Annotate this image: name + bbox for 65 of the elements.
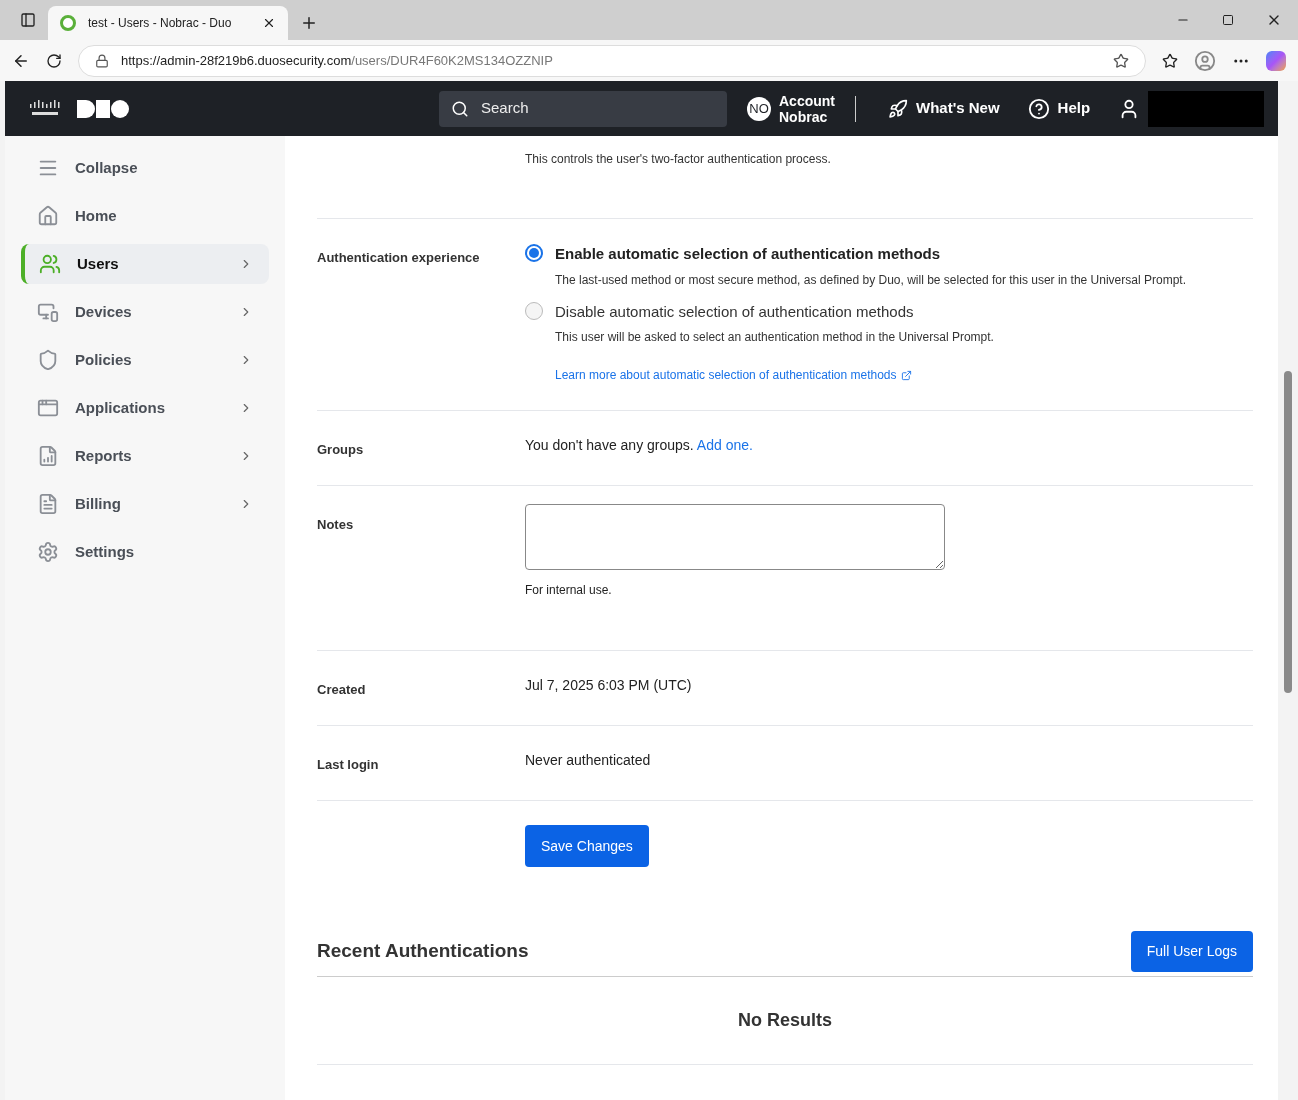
search-icon	[451, 99, 469, 118]
profile-icon[interactable]	[1194, 49, 1216, 72]
copilot-icon[interactable]	[1266, 50, 1286, 71]
notes-field[interactable]	[525, 504, 945, 570]
lock-icon	[95, 53, 109, 68]
account-name: Nobrac	[779, 108, 829, 125]
sidebar-item[interactable]: Policies	[21, 340, 269, 380]
house-icon	[37, 205, 59, 227]
favorites-icon[interactable]	[1162, 52, 1178, 69]
sidebar-item[interactable]: Collapse	[21, 148, 269, 188]
devices-icon	[37, 301, 59, 323]
full-user-logs-button[interactable]: Full User Logs	[1130, 931, 1253, 972]
option-description: The last-used method or most secure method, as defined by Duo, will be selected for this user in the Universal Prompt.	[555, 271, 1186, 289]
help-text: This controls the user's two-factor authentication process.	[525, 151, 832, 168]
sidebar-item[interactable]: Reports	[21, 436, 269, 476]
report-icon	[37, 445, 59, 467]
rocket-icon	[888, 98, 908, 119]
learn-more-link[interactable]: Learn more about automatic selection of authentication methods	[555, 366, 912, 384]
new-tab-icon[interactable]	[300, 14, 318, 32]
cisco-logo-drawing	[29, 99, 61, 118]
external-link-icon	[900, 369, 912, 381]
field-label: Authentication experience	[317, 250, 480, 265]
field-label: Notes	[317, 517, 354, 532]
help-button[interactable]: Help	[1027, 97, 1091, 120]
groups-text: You don't have any groups. Add one.	[525, 436, 754, 455]
field-label: Created	[317, 682, 366, 697]
duo-logo-drawing	[77, 99, 129, 118]
option-description: This user will be asked to select an authentication method in the Universal Prompt.	[555, 329, 994, 346]
sidebar-item[interactable]: Home	[21, 196, 269, 236]
help-icon	[1027, 97, 1050, 120]
users-icon	[39, 253, 61, 275]
document-icon	[37, 493, 59, 515]
save-changes-button[interactable]: Save Changes	[525, 825, 649, 867]
favorite-icon[interactable]	[1113, 52, 1129, 69]
notes-hint: For internal use.	[525, 582, 613, 599]
empty-state-text: No Results	[738, 1009, 832, 1032]
field-label: Last login	[317, 757, 379, 772]
settings-icon	[37, 541, 59, 563]
maximize-icon[interactable]	[1222, 14, 1234, 26]
reload-icon[interactable]	[46, 52, 62, 69]
option-title: Disable automatic selection of authentication methods	[555, 301, 915, 322]
close-tab-icon[interactable]	[262, 16, 276, 30]
sidebar-item[interactable]: Applications	[21, 388, 269, 428]
sidebar-item[interactable]: Users	[21, 244, 269, 284]
address-bar[interactable]: https://admin-28f219b6.duosecurity.com/users/DUR4F60K2MS134OZZNIP	[78, 44, 1146, 77]
search-field[interactable]: Search	[439, 90, 727, 127]
window-icon	[37, 397, 59, 419]
field-label: Groups	[317, 442, 364, 457]
radio-button[interactable]	[525, 301, 543, 320]
tab-actions-icon[interactable]	[20, 12, 36, 28]
radio-button[interactable]	[525, 244, 543, 262]
sidebar-item[interactable]: Devices	[21, 292, 269, 332]
created-value: Jul 7, 2025 6:03 PM (UTC)	[525, 676, 693, 695]
account-avatar: NO	[747, 96, 771, 121]
browser-tab[interactable]: test - Users - Nobrac - Duo	[48, 6, 288, 40]
site-icon	[60, 15, 76, 31]
sidebar-item[interactable]: Settings	[21, 532, 269, 572]
sidebar-item[interactable]: Billing	[21, 484, 269, 524]
whats-new-button[interactable]: What's New	[888, 97, 1000, 120]
section-title: Recent Authentications	[317, 939, 529, 964]
option-title: Enable automatic selection of authentication methods	[555, 244, 942, 264]
account-label: Account	[779, 92, 835, 109]
last-login-value: Never authenticated	[525, 751, 652, 770]
add-group-link[interactable]: Add one.	[696, 437, 753, 453]
shield-icon	[37, 349, 59, 371]
